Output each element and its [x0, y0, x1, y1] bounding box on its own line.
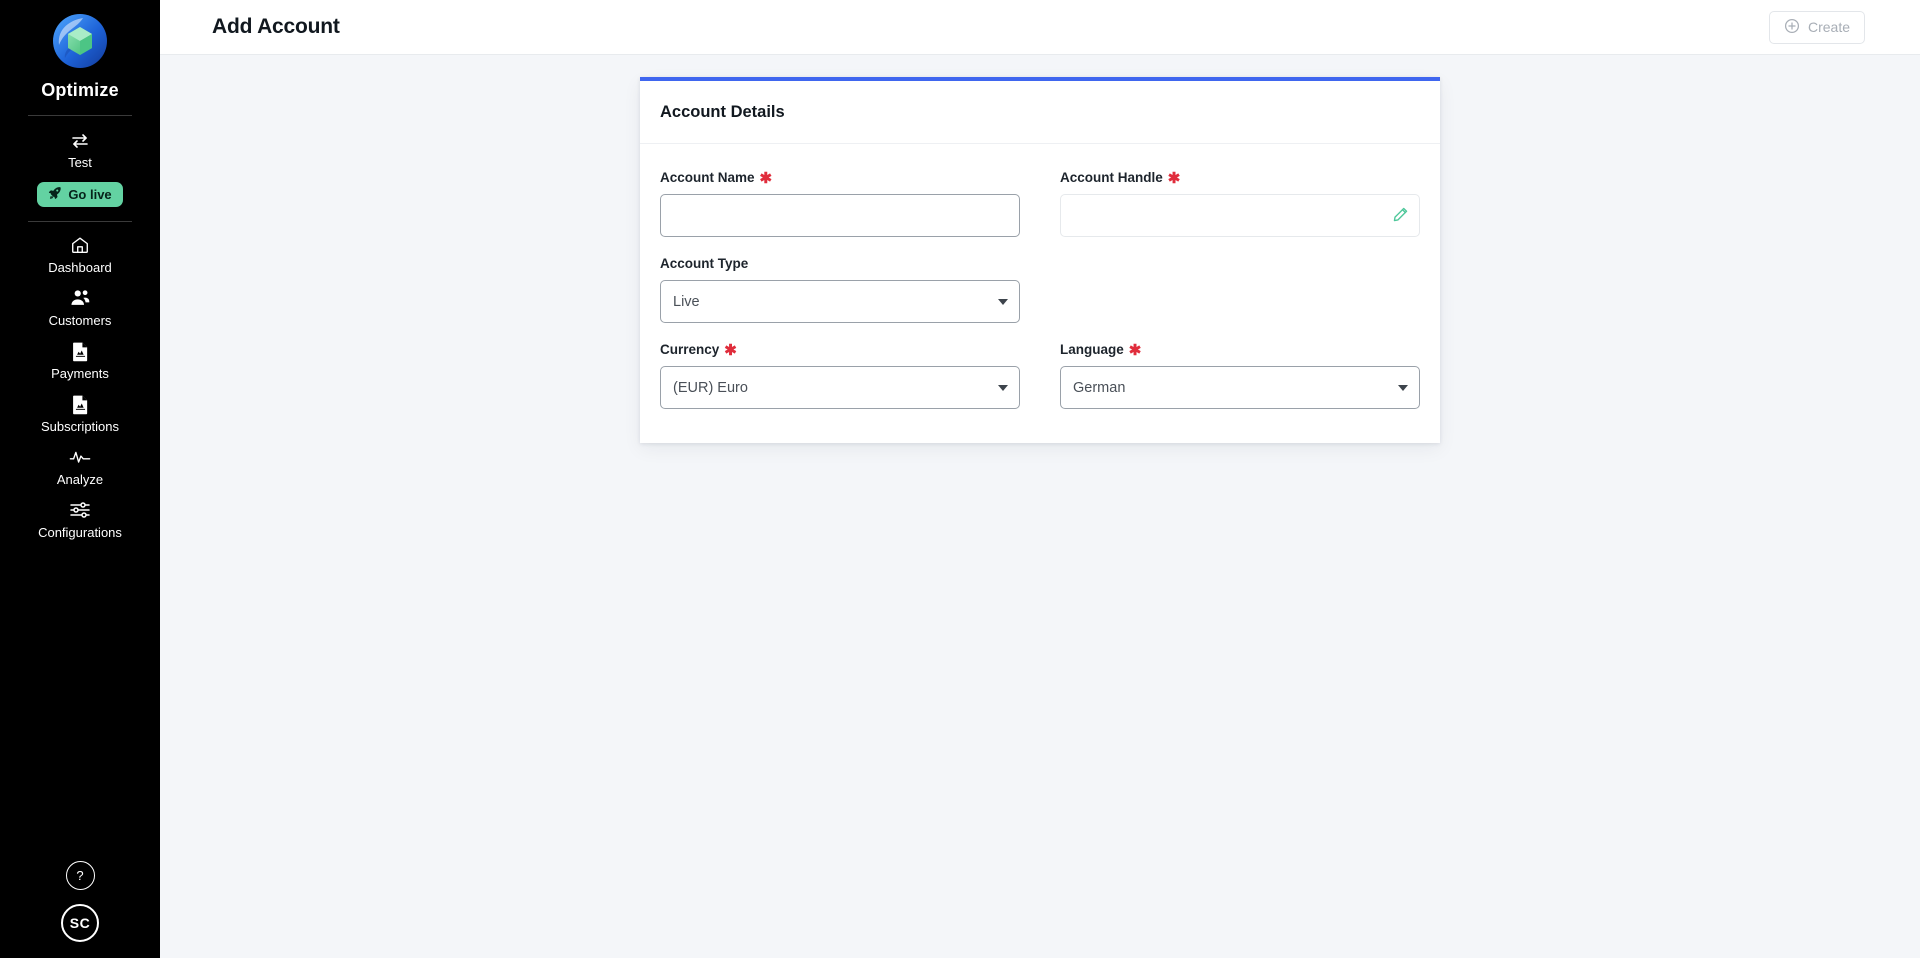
avatar[interactable]: SC	[61, 904, 99, 942]
document-chart-icon	[71, 340, 90, 362]
required-asterisk: ✱	[724, 342, 737, 359]
language-value: German	[1073, 379, 1126, 396]
account-type-select[interactable]: Live	[660, 280, 1020, 323]
plus-circle-icon	[1784, 18, 1800, 37]
form-row-2: Account Type Live	[660, 256, 1420, 323]
account-type-label: Account Type	[660, 256, 1020, 271]
sidebar-item-label: Dashboard	[48, 260, 112, 275]
form-row-2-spacer	[1060, 256, 1420, 323]
sliders-icon	[69, 499, 91, 521]
account-type-select-wrapper: Live	[660, 280, 1020, 323]
main-area: Add Account Create Account Details Accou…	[160, 0, 1920, 958]
required-asterisk: ✱	[1128, 342, 1142, 359]
sidebar: Optimize Test Go live Dashboard Customer…	[0, 0, 160, 958]
form-row-3: Currency ✱ (EUR) Euro Language ✱ German	[660, 342, 1420, 409]
brand: Optimize	[41, 0, 119, 101]
language-select[interactable]: German	[1060, 366, 1420, 409]
sidebar-nav: Dashboard Customers Payments Subscriptio…	[0, 222, 160, 540]
language-label: Language ✱	[1060, 342, 1420, 359]
required-asterisk: ✱	[759, 170, 773, 187]
page-title: Add Account	[212, 15, 340, 38]
sidebar-item-dashboard[interactable]: Dashboard	[0, 222, 160, 275]
account-handle-label-text: Account Handle	[1060, 170, 1163, 185]
card-title: Account Details	[660, 102, 785, 121]
currency-select[interactable]: (EUR) Euro	[660, 366, 1020, 409]
help-button[interactable]: ?	[65, 861, 95, 890]
sidebar-item-label: Subscriptions	[40, 419, 120, 434]
rocket-icon	[48, 186, 62, 203]
language-label-text: Language	[1060, 342, 1124, 357]
content-area: Account Details Account Name ✱ Account H…	[160, 55, 1920, 958]
account-handle-wrapper	[1060, 194, 1420, 237]
currency-label-text: Currency	[660, 342, 720, 357]
account-handle-label: Account Handle ✱	[1060, 170, 1420, 187]
go-live-button[interactable]: Go live	[37, 182, 123, 207]
sidebar-item-subscriptions[interactable]: Subscriptions	[0, 381, 160, 434]
optimize-logo-icon	[49, 10, 111, 72]
required-asterisk: ✱	[1167, 170, 1181, 187]
top-bar: Add Account Create	[160, 0, 1920, 55]
sidebar-footer: ? SC	[0, 861, 160, 942]
pencil-icon	[1392, 206, 1409, 226]
field-account-handle: Account Handle ✱	[1060, 170, 1420, 237]
mode-label: Test	[68, 155, 92, 170]
currency-value: (EUR) Euro	[673, 379, 748, 396]
go-live-label: Go live	[68, 187, 112, 202]
sidebar-item-label: Payments	[51, 366, 109, 381]
field-account-name: Account Name ✱	[660, 170, 1020, 237]
field-account-type: Account Type Live	[660, 256, 1020, 323]
account-name-label: Account Name ✱	[660, 170, 1020, 187]
users-icon	[69, 287, 91, 309]
card-header: Account Details	[640, 81, 1440, 144]
account-name-label-text: Account Name	[660, 170, 755, 185]
account-type-value: Live	[673, 293, 700, 310]
sidebar-item-customers[interactable]: Customers	[0, 275, 160, 328]
question-mark-icon: ?	[76, 868, 84, 883]
sidebar-item-label: Customers	[48, 313, 112, 328]
sidebar-item-label: Analyze	[56, 472, 104, 487]
currency-select-wrapper: (EUR) Euro	[660, 366, 1020, 409]
brand-name: Optimize	[41, 80, 119, 100]
sidebar-item-label: Configurations	[38, 525, 122, 540]
sidebar-item-configurations[interactable]: Configurations	[0, 487, 160, 540]
edit-handle-button[interactable]	[1390, 206, 1410, 226]
create-label: Create	[1807, 19, 1850, 35]
account-name-input[interactable]	[660, 194, 1020, 237]
account-handle-input[interactable]	[1060, 194, 1420, 237]
create-button[interactable]: Create	[1768, 10, 1865, 44]
account-type-label-text: Account Type	[660, 256, 749, 271]
language-select-wrapper: German	[1060, 366, 1420, 409]
field-language: Language ✱ German	[1060, 342, 1420, 409]
home-icon	[70, 234, 90, 256]
form-row-1: Account Name ✱ Account Handle ✱	[660, 170, 1420, 237]
mode-block: Test Go live	[37, 116, 123, 207]
field-currency: Currency ✱ (EUR) Euro	[660, 342, 1020, 409]
account-details-card: Account Details Account Name ✱ Account H…	[640, 77, 1440, 443]
app-root: Optimize Test Go live Dashboard Customer…	[0, 0, 1920, 958]
sidebar-item-payments[interactable]: Payments	[0, 328, 160, 381]
pulse-icon	[69, 446, 91, 468]
sidebar-item-analyze[interactable]: Analyze	[0, 434, 160, 487]
swap-arrows-icon	[70, 130, 90, 152]
document-chart-icon	[71, 393, 90, 415]
card-body: Account Name ✱ Account Handle ✱ Account …	[640, 144, 1440, 443]
avatar-initials: SC	[69, 915, 91, 931]
currency-label: Currency ✱	[660, 342, 1020, 359]
